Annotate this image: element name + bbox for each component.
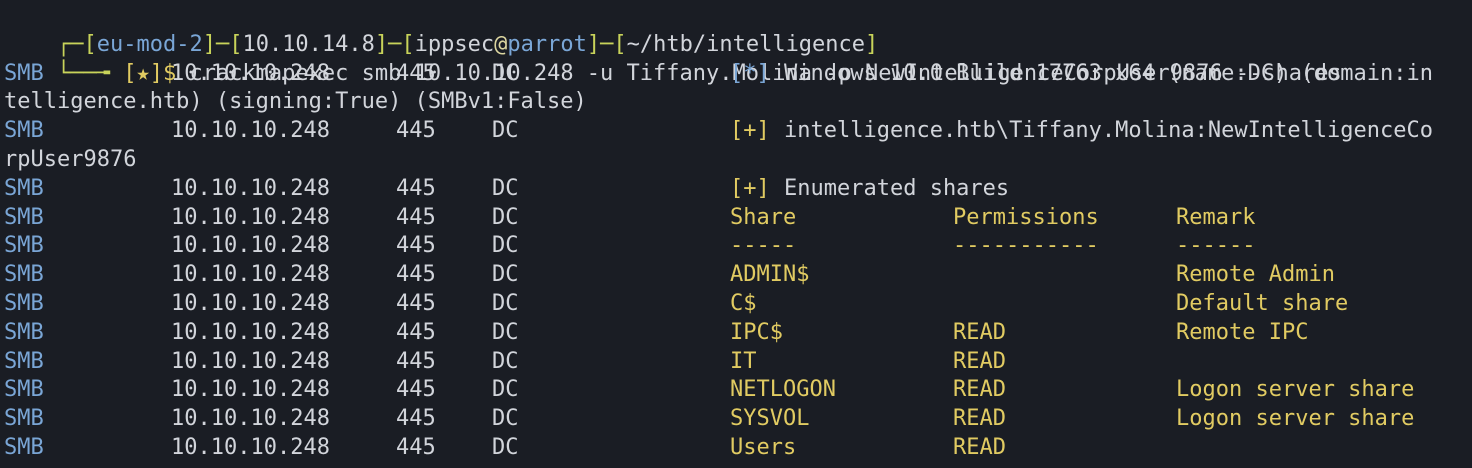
success-tag: [+] (730, 175, 770, 201)
target-ip: 10.10.10.248 (171, 118, 330, 144)
protocol-label: SMB (4, 406, 44, 432)
share-permission: READ (953, 377, 1006, 403)
share-name: IPC$ (730, 319, 783, 345)
target-ip: 10.10.10.248 (171, 348, 330, 374)
target-ip: 10.10.10.248 (171, 233, 330, 259)
share-name: Users (730, 435, 797, 460)
auth-text-wrap: rpUser9876 (4, 147, 137, 172)
target-port: 445 (396, 233, 436, 259)
table-row: SMB 10.10.10.248 445 DC SYSVOL READ Logon serv… (4, 405, 1472, 434)
target-hostname: DC (492, 377, 519, 403)
success-tag: [+] (730, 118, 770, 144)
target-port: 445 (396, 435, 436, 460)
protocol-label: SMB (4, 262, 44, 288)
target-port: 445 (396, 406, 436, 432)
info-text-wrap: telligence.htb) (signing:True) (SMBv1:Fa… (4, 89, 587, 115)
share-name: IT (730, 348, 757, 374)
table-row: SMB 10.10.10.248 445 DC C$ Default share (4, 290, 1472, 319)
info-text: Windows 10.0 Build 17763 x64 (name:DC) (… (784, 60, 1434, 86)
target-hostname: DC (492, 435, 519, 460)
target-port: 445 (396, 377, 436, 403)
target-port: 445 (396, 291, 436, 316)
target-ip: 10.10.10.248 (171, 60, 330, 86)
target-hostname: DC (492, 233, 519, 259)
output-line-wrap: rpUser9876 (4, 146, 1472, 175)
share-name: ADMIN$ (730, 262, 810, 288)
protocol-label: SMB (4, 319, 44, 345)
target-hostname: DC (492, 175, 519, 201)
target-ip: 10.10.10.248 (171, 377, 330, 403)
share-permission: READ (953, 319, 1006, 345)
info-tag: [*] (730, 60, 770, 86)
share-remark: Remote IPC (1176, 319, 1309, 345)
table-header: SMB 10.10.10.248 445 DC Share Permissions Rema… (4, 204, 1472, 233)
share-permission: READ (953, 406, 1006, 432)
enum-text: Enumerated shares (784, 175, 1010, 201)
header-permissions: Permissions (953, 204, 1099, 230)
target-hostname: DC (492, 118, 519, 144)
target-ip: 10.10.10.248 (171, 175, 330, 201)
share-name: SYSVOL (730, 406, 810, 432)
share-remark: Default share (1176, 291, 1349, 316)
protocol-label: SMB (4, 435, 44, 460)
target-port: 445 (396, 319, 436, 345)
divider-permissions: ----------- (953, 233, 1099, 259)
protocol-label: SMB (4, 175, 44, 201)
target-port: 445 (396, 118, 436, 144)
table-row: SMB 10.10.10.248 445 DC NETLOGON READ Logon se… (4, 376, 1472, 405)
terminal-window[interactable]: ┌─[eu-mod-2]─[10.10.14.8]─[ippsec@parrot… (0, 0, 1472, 468)
protocol-label: SMB (4, 118, 44, 144)
target-port: 445 (396, 204, 436, 230)
target-port: 445 (396, 262, 436, 288)
share-name: NETLOGON (730, 377, 836, 403)
protocol-label: SMB (4, 60, 44, 86)
target-port: 445 (396, 60, 436, 86)
share-remark: Logon server share (1176, 406, 1415, 432)
target-hostname: DC (492, 291, 519, 316)
target-ip: 10.10.10.248 (171, 406, 330, 432)
target-hostname: DC (492, 204, 519, 230)
target-port: 445 (396, 348, 436, 374)
target-ip: 10.10.10.248 (171, 319, 330, 345)
target-hostname: DC (492, 406, 519, 432)
protocol-label: SMB (4, 348, 44, 374)
target-hostname: DC (492, 348, 519, 374)
table-divider: SMB 10.10.10.248 445 DC ----- ----------- ----… (4, 232, 1472, 261)
output-line: SMB 10.10.10.248 445 DC [+] Enumerated shares (4, 175, 1472, 204)
table-row: SMB 10.10.10.248 445 DC IPC$ READ Remote IPC (4, 319, 1472, 348)
target-ip: 10.10.10.248 (171, 291, 330, 316)
protocol-label: SMB (4, 377, 44, 403)
protocol-label: SMB (4, 204, 44, 230)
share-name: C$ (730, 291, 757, 316)
target-hostname: DC (492, 60, 519, 86)
target-port: 445 (396, 175, 436, 201)
target-hostname: DC (492, 262, 519, 288)
share-permission: READ (953, 435, 1006, 460)
target-ip: 10.10.10.248 (171, 204, 330, 230)
auth-text: intelligence.htb\Tiffany.Molina:NewIntel… (784, 118, 1434, 144)
share-remark: Remote Admin (1176, 262, 1335, 288)
share-permission: READ (953, 348, 1006, 374)
output-line: SMB 10.10.10.248 445 DC [*] Windows 10.0 Buil… (4, 60, 1472, 89)
prompt-line: ┌─[eu-mod-2]─[10.10.14.8]─[ippsec@parrot… (56, 31, 879, 57)
target-ip: 10.10.10.248 (171, 262, 330, 288)
output-line-wrap: telligence.htb) (signing:True) (SMBv1:Fa… (4, 88, 1472, 117)
target-ip: 10.10.10.248 (171, 435, 330, 460)
divider-remark: ------ (1176, 233, 1256, 259)
header-share: Share (730, 204, 797, 230)
command-line[interactable]: └──╼ [★]$ crackmapexec smb 10.10.10.248 … (4, 31, 1342, 86)
table-row: SMB 10.10.10.248 445 DC ADMIN$ Remote Admin (4, 261, 1472, 290)
protocol-label: SMB (4, 233, 44, 259)
table-row: SMB 10.10.10.248 445 DC IT READ (4, 348, 1472, 377)
protocol-label: SMB (4, 291, 44, 316)
output-line: SMB 10.10.10.248 445 DC [+] intelligence.htb\… (4, 117, 1472, 146)
header-remark: Remark (1176, 204, 1256, 230)
table-row: SMB 10.10.10.248 445 DC Users READ (4, 434, 1472, 463)
target-hostname: DC (492, 319, 519, 345)
share-remark: Logon server share (1176, 377, 1415, 403)
divider-share: ----- (730, 233, 797, 259)
